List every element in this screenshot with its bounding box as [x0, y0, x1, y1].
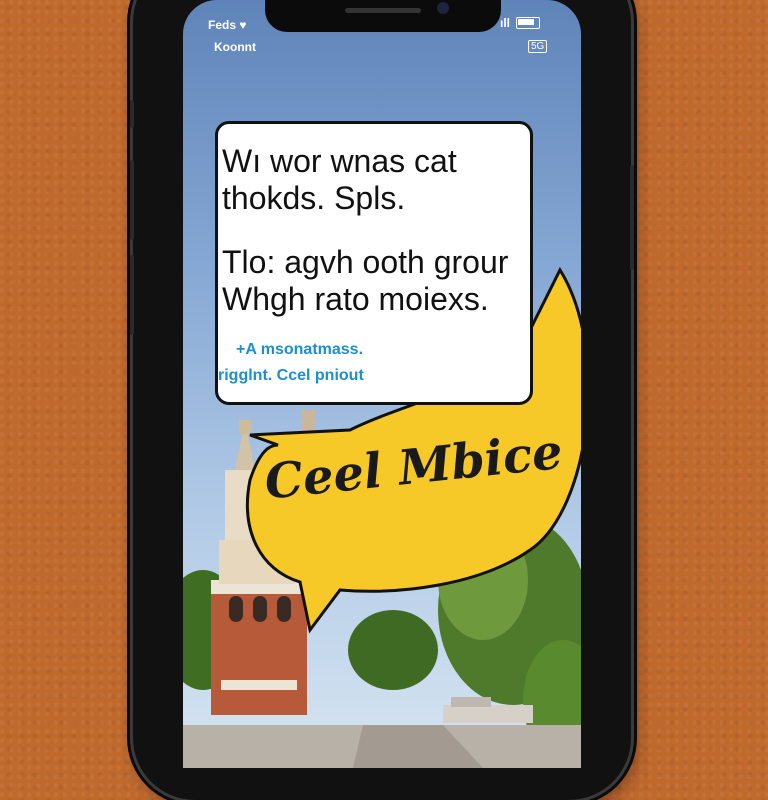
- message-line-2: thokds. Spls.: [222, 180, 406, 216]
- side-button-mute: [130, 100, 134, 128]
- notch: [265, 0, 501, 32]
- side-button-volume-up: [130, 160, 134, 240]
- side-button-power: [630, 165, 634, 270]
- status-subtitle: Koonnt: [214, 40, 256, 54]
- status-carrier: Feds ♥: [208, 18, 246, 32]
- message-link-2[interactable]: rigglnt. Ccel pniout: [218, 367, 364, 385]
- message-link-1[interactable]: +A msonatmass.: [236, 341, 363, 359]
- message-line-3: Tlo: agvh ooth grour: [222, 244, 509, 280]
- network-badge: 5G: [528, 40, 548, 53]
- message-line-4: Whgh rato moiexs.: [222, 281, 489, 317]
- side-button-volume-down: [130, 255, 134, 335]
- message-line-1: Wı wor wnas cat: [222, 143, 457, 179]
- battery-icon: [516, 17, 541, 29]
- speaker-grille: [345, 8, 421, 13]
- heart-icon: ♥: [239, 18, 247, 32]
- front-camera: [437, 2, 449, 14]
- carrier-label: Feds: [208, 18, 237, 32]
- status-indicators: ıll: [500, 16, 541, 30]
- signal-icon: ıll: [500, 16, 511, 30]
